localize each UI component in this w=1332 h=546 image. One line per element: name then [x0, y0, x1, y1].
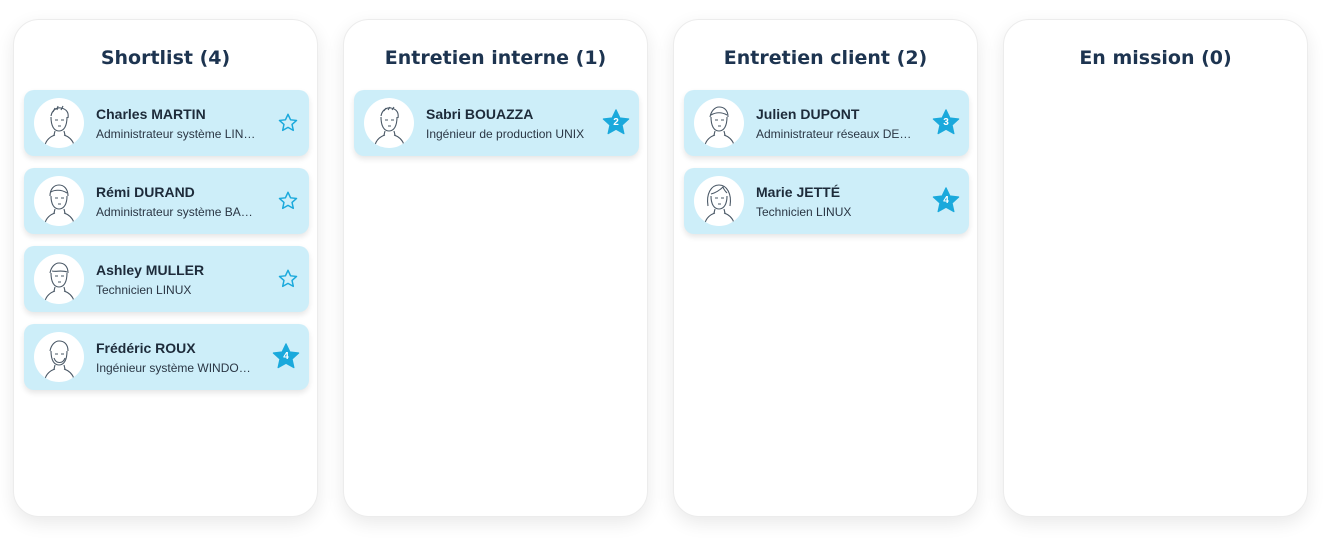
candidate-name: Marie JETTÉ: [756, 184, 841, 200]
kanban-board: Shortlist (4) Charles MARTIN Administrat…: [0, 0, 1332, 546]
star-outline-icon[interactable]: [277, 190, 299, 212]
candidate-role: Administrateur système BASH: [96, 205, 256, 219]
candidate-card[interactable]: Sabri BOUAZZA Ingénieur de production UN…: [354, 90, 639, 156]
avatar-icon: [694, 98, 744, 148]
column-title: Shortlist (4): [100, 47, 231, 69]
star-outline-icon[interactable]: [277, 112, 299, 134]
star-outline-icon[interactable]: [277, 268, 299, 290]
avatar-icon: [34, 176, 84, 226]
candidate-role: Ingénieur de production UNIX: [426, 127, 585, 141]
candidate-name: Rémi DURAND: [96, 184, 195, 200]
candidate-card[interactable]: Rémi DURAND Administrateur système BASH: [24, 168, 309, 234]
candidate-role: Ingénieur système WINDOWS: [96, 361, 256, 375]
candidate-name: Ashley MULLER: [96, 262, 205, 278]
candidate-role: Technicien LINUX: [96, 283, 192, 297]
candidate-name: Charles MARTIN: [96, 106, 206, 122]
candidate-card[interactable]: Charles MARTIN Administrateur système LI…: [24, 90, 309, 156]
star-rating-icon[interactable]: 4: [931, 186, 961, 216]
column-title: Entretien client (2): [723, 47, 928, 69]
candidate-card[interactable]: Marie JETTÉ Technicien LINUX 4: [684, 168, 969, 234]
candidate-role: Administrateur système LINUX: [96, 127, 256, 141]
candidate-name: Frédéric ROUX: [96, 340, 196, 356]
star-rating-icon[interactable]: 3: [931, 108, 961, 138]
column-title: Entretien interne (1): [384, 47, 607, 69]
avatar-icon: [364, 98, 414, 148]
column-en-mission: En mission (0): [1003, 19, 1308, 517]
candidate-card[interactable]: Julien DUPONT Administrateur réseaux DEB…: [684, 90, 969, 156]
candidate-name: Sabri BOUAZZA: [426, 106, 534, 122]
candidate-name: Julien DUPONT: [756, 106, 860, 122]
rating-number: 3: [943, 117, 949, 128]
rating-number: 4: [283, 351, 289, 362]
avatar-icon: [694, 176, 744, 226]
candidate-card[interactable]: Ashley MULLER Technicien LINUX: [24, 246, 309, 312]
column-shortlist: Shortlist (4) Charles MARTIN Administrat…: [13, 19, 318, 517]
column-title: En mission (0): [1079, 47, 1232, 69]
star-rating-icon[interactable]: 4: [271, 342, 301, 372]
column-entretien-client: Entretien client (2) Julien DUPONT Admin…: [673, 19, 978, 517]
card-list: Charles MARTIN Administrateur système LI…: [24, 90, 309, 402]
card-list: Julien DUPONT Administrateur réseaux DEB…: [684, 90, 969, 246]
avatar-icon: [34, 332, 84, 382]
avatar-icon: [34, 98, 84, 148]
star-rating-icon[interactable]: 2: [601, 108, 631, 138]
rating-number: 4: [943, 195, 949, 206]
avatar-icon: [34, 254, 84, 304]
rating-number: 2: [613, 117, 619, 128]
candidate-card[interactable]: Frédéric ROUX Ingénieur système WINDOWS …: [24, 324, 309, 390]
column-entretien-interne: Entretien interne (1) Sabri BOUAZZA Ingé…: [343, 19, 648, 517]
candidate-role: Technicien LINUX: [756, 205, 852, 219]
card-list: Sabri BOUAZZA Ingénieur de production UN…: [354, 90, 639, 168]
candidate-role: Administrateur réseaux DEBIAN: [756, 127, 916, 141]
